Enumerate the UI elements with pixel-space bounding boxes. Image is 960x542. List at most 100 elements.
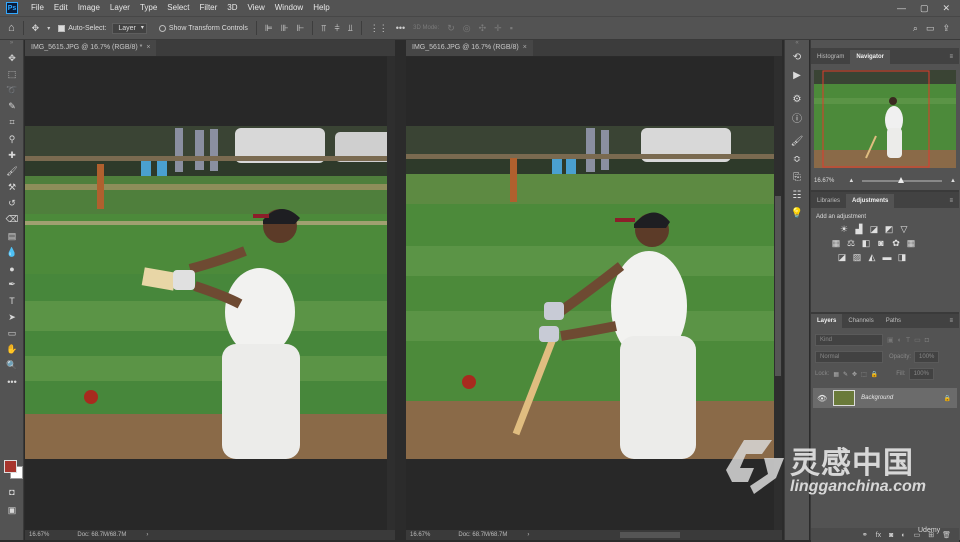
menu-help[interactable]: Help xyxy=(308,0,334,16)
link-layers-icon[interactable]: ⚭ xyxy=(862,531,868,539)
panel-menu-icon[interactable]: ≡ xyxy=(943,50,959,64)
menu-window[interactable]: Window xyxy=(270,0,308,16)
canvas-image-2[interactable] xyxy=(406,126,774,459)
fill-input[interactable]: 100% xyxy=(908,368,934,380)
menu-3d[interactable]: 3D xyxy=(222,0,242,16)
levels-icon[interactable]: ▟ xyxy=(854,224,864,234)
path-select-icon[interactable]: ➤ xyxy=(0,309,24,325)
navigator-zoom-value[interactable]: 16.67% xyxy=(814,178,834,184)
roll-3d-icon[interactable]: ◎ xyxy=(463,23,471,34)
color-lookup-icon[interactable]: ▦ xyxy=(906,238,916,248)
info-panel-icon[interactable]: ⓘ xyxy=(785,108,809,126)
quick-mask-icon[interactable]: ◘ xyxy=(0,484,24,500)
zoom-level[interactable]: 16.67% xyxy=(29,532,49,538)
styles-panel-icon[interactable]: ☷ xyxy=(785,186,809,204)
properties-panel-icon[interactable]: ⚙ xyxy=(785,90,809,108)
align-bottom-icon[interactable]: ⫫ xyxy=(348,23,353,34)
share-icon[interactable]: ⇪ xyxy=(942,23,950,34)
color-balance-icon[interactable]: ⚖ xyxy=(846,238,856,248)
toolbar-grip[interactable]: » xyxy=(0,40,23,50)
gradient-map-icon[interactable]: ▬ xyxy=(882,252,892,262)
gradient-tool-icon[interactable]: ▤ xyxy=(0,228,24,244)
zoom-slider[interactable] xyxy=(862,177,943,183)
menu-file[interactable]: File xyxy=(26,0,49,16)
zoom-tool-icon[interactable]: 🔍 xyxy=(0,358,24,374)
tab-adjustments[interactable]: Adjustments xyxy=(846,194,895,208)
align-middle-icon[interactable]: ⫩ xyxy=(334,23,339,34)
pen-tool-icon[interactable]: ✒ xyxy=(0,277,24,293)
workspace-icon[interactable]: ▭ xyxy=(926,23,935,34)
exposure-icon[interactable]: ◩ xyxy=(884,224,894,234)
zoom-slider-knob[interactable] xyxy=(898,177,905,183)
align-left-icon[interactable]: ⊫ xyxy=(265,23,273,34)
menu-image[interactable]: Image xyxy=(73,0,105,16)
layer-filter-input[interactable]: Kind xyxy=(815,334,883,346)
distribute-icon[interactable]: ⋮⋮ xyxy=(370,23,388,34)
layer-lock-icon[interactable]: 🔒 xyxy=(944,395,951,402)
zoom-out-icon[interactable]: ▲ xyxy=(848,178,854,184)
hand-tool-icon[interactable]: ✋ xyxy=(0,341,24,357)
channel-mixer-icon[interactable]: ✿ xyxy=(891,238,901,248)
blend-mode-dropdown[interactable]: Normal xyxy=(815,351,883,363)
black-white-icon[interactable]: ◧ xyxy=(861,238,871,248)
document-tab-1[interactable]: IMG_5615.JPG @ 16.7% (RGB/8) * × xyxy=(25,40,157,56)
scale-3d-icon[interactable]: ▪ xyxy=(510,23,513,33)
navigator-thumbnail[interactable] xyxy=(814,70,956,168)
actions-panel-icon[interactable]: ▶ xyxy=(785,66,809,84)
blur-tool-icon[interactable]: 💧 xyxy=(0,244,24,260)
curves-icon[interactable]: ◪ xyxy=(869,224,879,234)
scroll-thumb[interactable] xyxy=(775,196,781,376)
search-icon[interactable]: ⌕ xyxy=(913,23,918,34)
close-tab-icon[interactable]: × xyxy=(523,44,527,51)
edit-toolbar-icon[interactable]: ••• xyxy=(0,374,24,390)
brightness-contrast-icon[interactable]: ☀ xyxy=(839,224,849,234)
healing-brush-icon[interactable]: ✚ xyxy=(0,147,24,163)
drag-3d-icon[interactable]: ✣ xyxy=(479,23,487,34)
clone-source-icon[interactable]: ⎘ xyxy=(785,168,809,186)
menu-view[interactable]: View xyxy=(243,0,270,16)
panel-menu-icon[interactable]: ≡ xyxy=(943,194,959,208)
menu-layer[interactable]: Layer xyxy=(105,0,135,16)
photoshop-logo-icon[interactable]: Ps xyxy=(6,2,18,14)
close-window-button[interactable]: ✕ xyxy=(942,3,950,14)
quick-select-tool-icon[interactable]: ✎ xyxy=(0,99,24,115)
add-mask-icon[interactable]: ◙ xyxy=(889,532,893,539)
menu-filter[interactable]: Filter xyxy=(195,0,223,16)
align-center-icon[interactable]: ⊪ xyxy=(281,23,289,34)
horizontal-scroll-thumb[interactable] xyxy=(620,532,680,538)
canvas-image-1[interactable] xyxy=(25,126,395,459)
posterize-icon[interactable]: ▨ xyxy=(852,252,862,262)
tab-histogram[interactable]: Histogram xyxy=(811,50,850,64)
slide-3d-icon[interactable]: ✛ xyxy=(494,23,502,34)
type-tool-icon[interactable]: T xyxy=(0,293,24,309)
lock-icons[interactable]: ▦✎✥⬚🔒 xyxy=(833,371,882,378)
orbit-3d-icon[interactable]: ↻ xyxy=(447,23,455,34)
auto-select-checkbox[interactable] xyxy=(58,24,66,32)
foreground-color-swatch[interactable] xyxy=(4,460,17,473)
home-icon[interactable]: ⌂ xyxy=(8,22,15,34)
vibrance-icon[interactable]: ▽ xyxy=(899,224,909,234)
move-tool-icon[interactable]: ✥ xyxy=(32,23,40,34)
move-tool-icon[interactable]: ✥ xyxy=(0,50,24,66)
color-swatches[interactable] xyxy=(4,460,23,479)
selective-color-icon[interactable]: ◨ xyxy=(897,252,907,262)
align-right-icon[interactable]: ⊩ xyxy=(297,23,305,34)
layer-row-background[interactable]: 👁 Background 🔒 xyxy=(813,388,957,408)
delete-layer-icon[interactable]: 🗑 xyxy=(942,531,951,539)
vertical-scrollbar[interactable] xyxy=(387,56,395,530)
panel-menu-icon[interactable]: ≡ xyxy=(943,314,959,328)
tab-paths[interactable]: Paths xyxy=(880,314,907,328)
learn-panel-icon[interactable]: 💡 xyxy=(785,204,809,222)
history-brush-icon[interactable]: ↺ xyxy=(0,196,24,212)
layer-name[interactable]: Background xyxy=(861,395,893,401)
eyedropper-tool-icon[interactable]: ⚲ xyxy=(0,131,24,147)
close-tab-icon[interactable]: × xyxy=(146,44,150,51)
marquee-tool-icon[interactable]: ⬚ xyxy=(0,66,24,82)
history-panel-icon[interactable]: ⟲ xyxy=(785,48,809,66)
layer-style-icon[interactable]: fx xyxy=(876,532,881,539)
clone-stamp-icon[interactable]: ⚒ xyxy=(0,180,24,196)
opacity-input[interactable]: 100% xyxy=(914,351,940,363)
menu-edit[interactable]: Edit xyxy=(49,0,73,16)
auto-select-dropdown[interactable]: Layer xyxy=(112,22,147,34)
chevron-down-icon[interactable]: ▾ xyxy=(47,25,50,32)
